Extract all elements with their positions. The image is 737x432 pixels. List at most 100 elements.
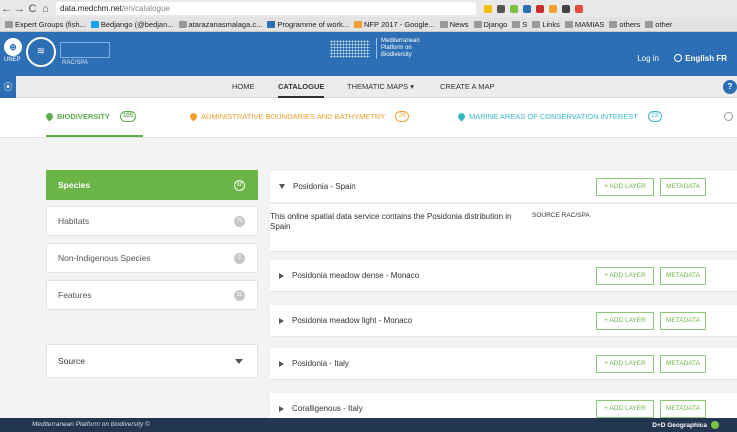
sidebar-item-habitats[interactable]: Habitats 75 [46,206,258,236]
layer-row[interactable]: Posidonia meadow dense - Monaco + ADD LA… [270,260,737,292]
map-pin-icon [44,111,55,122]
sidebar-item-features[interactable]: Features 11 [46,280,258,310]
folder-icon [439,20,448,28]
sidebar-item-species[interactable]: Species 17 [46,170,258,200]
count-badge: 17 [234,180,245,191]
site-header: ⊕ UNEP ≋ RAC/SPA Mediterranean Platform … [0,32,737,76]
caret-right-icon[interactable] [279,360,284,367]
layer-title: Posidonia - Italy [292,359,349,368]
map-pin-icon [188,111,199,122]
language-selector[interactable]: English FR [674,54,727,63]
bookmark[interactable]: NFP 2017 - Google... [354,20,435,29]
bookmark-folder[interactable]: Django [473,20,507,29]
dot-map-icon [330,39,370,58]
caret-right-icon[interactable] [279,317,284,324]
bookmark-folder[interactable]: others [609,20,640,29]
tab-marine-areas[interactable]: MARINE AREAS OF CONSERVATION INTEREST 23 [456,111,662,122]
extension-icon[interactable] [523,4,531,13]
back-button[interactable]: ← [0,3,13,15]
nav-catalogue[interactable]: CATALOGUE [278,76,325,98]
nav-home[interactable]: HOME [232,76,255,98]
map-pin-icon [456,111,467,122]
metadata-button[interactable]: METADATA [660,400,706,418]
sidebar-item-non-indigenous-species[interactable]: Non-Indigenous Species 2 [46,243,258,273]
nav-create-map[interactable]: CREATE A MAP [440,76,494,98]
address-bar[interactable]: data.medchm.net/en/catalogue [56,2,476,15]
metadata-button[interactable]: METADATA [660,312,706,330]
language-fr[interactable]: FR [716,54,727,63]
extension-icon[interactable] [562,4,570,13]
extension-icon[interactable] [510,4,518,13]
extension-icon[interactable] [497,4,505,13]
add-layer-button[interactable]: + ADD LAYER [596,312,654,330]
bookmark-folder[interactable]: Links [532,20,560,29]
tab-administrative-boundaries[interactable]: ADMINISTRATIVE BOUNDARIES AND BATHYMETRY… [188,111,410,122]
sheet-icon [267,20,276,28]
bookmark-folder[interactable]: S [512,20,527,29]
caret-right-icon[interactable] [279,272,284,279]
active-tab-indicator [46,135,143,137]
description-text: This online spatial data service contain… [270,212,512,231]
add-layer-button[interactable]: + ADD LAYER [596,178,654,196]
layer-title: Coralligenous - Italy [292,404,363,413]
bookmarks-bar: Expert Groups (fish... Bedjango (@bedjan… [0,17,737,32]
url-host: data.medchm.net [60,4,122,13]
tab-count: 29 [395,111,410,122]
home-button[interactable]: ⌂ [39,3,52,15]
map-pin-icon[interactable]: ⦿ [0,76,16,98]
help-icon[interactable]: ? [723,80,737,94]
layer-description: This online spatial data service contain… [270,204,737,252]
layer-row[interactable]: Posidonia - Spain + ADD LAYER METADATA [270,171,737,203]
rac-spa-emblem[interactable]: ≋ [26,37,56,67]
login-link[interactable]: Log in [637,54,659,63]
metadata-button[interactable]: METADATA [660,355,706,373]
unep-label: UNEP [4,57,21,63]
nav-thematic-maps[interactable]: THEMATIC MAPS ▾ [347,76,414,98]
layer-source: SOURCE RAC/SPA [532,212,590,219]
source-dropdown[interactable]: Source [46,344,258,378]
geographica-logo-icon [711,421,719,429]
layer-row[interactable]: Posidonia - Italy + ADD LAYER METADATA [270,348,737,380]
caret-down-icon[interactable] [279,184,285,189]
folder-icon [512,20,521,28]
folder-icon [609,20,618,28]
bookmark[interactable]: Programme of work... [267,20,349,29]
bookmark[interactable]: Bedjango (@bedjan... [90,20,174,29]
metadata-button[interactable]: METADATA [660,267,706,285]
footer-copyright: Mediterranean Platform on biodiversity © [32,421,150,428]
bookmark-folder[interactable]: News [439,20,469,29]
add-layer-button[interactable]: + ADD LAYER [596,400,654,418]
extension-icon[interactable] [549,4,557,13]
layer-title: Posidonia meadow dense - Monaco [292,271,420,280]
layer-row[interactable]: Posidonia meadow light - Monaco + ADD LA… [270,305,737,337]
star-icon[interactable] [484,4,492,13]
caret-right-icon[interactable] [279,405,284,412]
page-icon [178,20,187,28]
layer-title: Posidonia - Spain [293,182,356,191]
footer-credit[interactable]: D+D Geographica [652,421,719,429]
tab-count: 23 [647,111,662,122]
folder-icon [532,20,541,28]
tab-biodiversity[interactable]: BIODIVERSITY 105 [44,111,136,122]
twitter-icon [90,20,99,28]
platform-logo[interactable]: Mediterranean Platform on Biodiversity [330,38,420,59]
extension-icon[interactable] [536,4,544,13]
metadata-button[interactable]: METADATA [660,178,706,196]
reload-button[interactable]: C [26,3,39,15]
bookmark[interactable]: atarazanasmalaga.c... [178,20,262,29]
search-icon[interactable] [724,112,733,121]
layer-title: Posidonia meadow light - Monaco [292,316,413,325]
add-layer-button[interactable]: + ADD LAYER [596,355,654,373]
unep-logo[interactable]: ⊕ [4,38,22,56]
add-layer-button[interactable]: + ADD LAYER [596,267,654,285]
bookmark-folder[interactable]: MAMIAS [564,20,604,29]
category-tabs: BIODIVERSITY 105 ADMINISTRATIVE BOUNDARI… [0,98,737,138]
tab-count: 105 [119,111,136,122]
bookmark-folder[interactable]: other [645,20,672,29]
bookmark[interactable]: Expert Groups (fish... [5,20,86,29]
rac-spa-logo[interactable] [60,42,110,58]
forward-button[interactable]: → [13,3,26,15]
globe-icon [674,54,683,62]
count-badge: 2 [234,253,245,264]
extension-icon[interactable] [575,4,583,13]
